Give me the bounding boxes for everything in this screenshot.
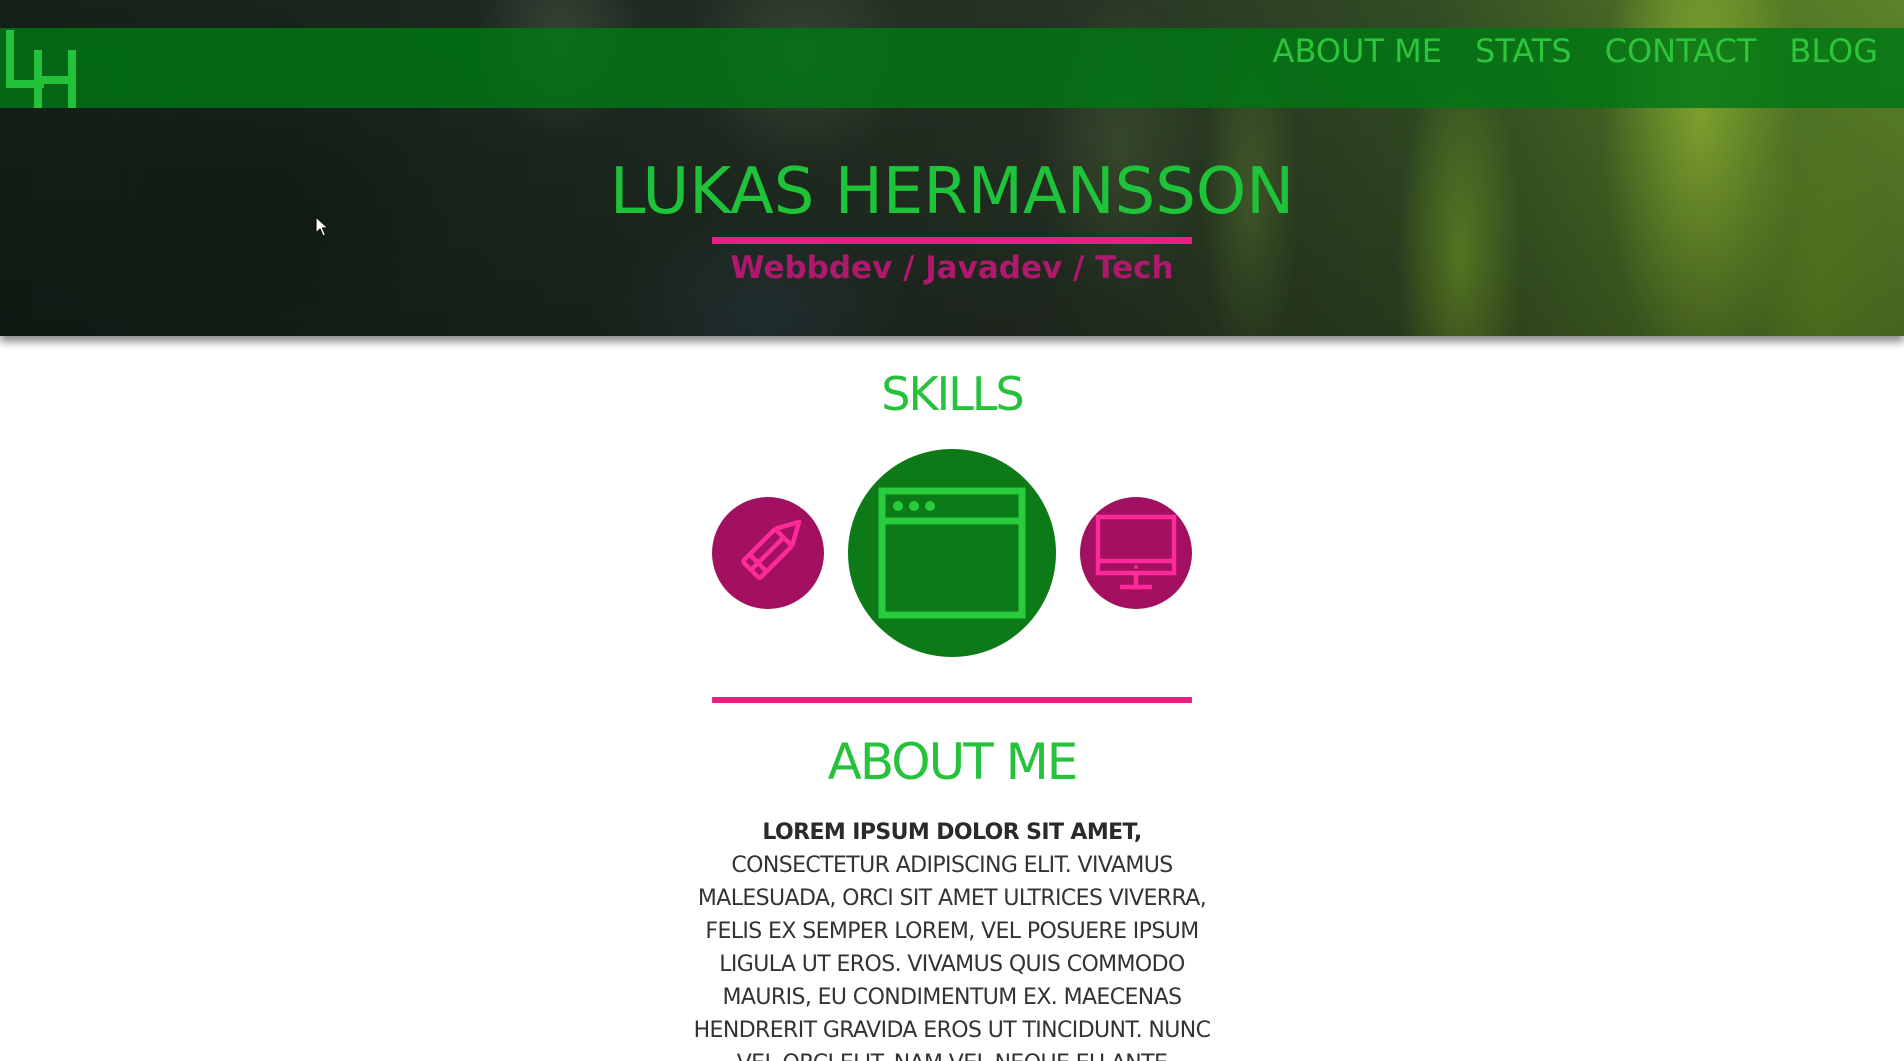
skill-tech[interactable] bbox=[1080, 497, 1192, 609]
logo[interactable]: LH bbox=[4, 30, 78, 108]
pencil-icon bbox=[741, 519, 802, 580]
nav-about-me[interactable]: ABOUT ME bbox=[1273, 32, 1442, 70]
main-nav: ABOUT ME STATS CONTACT BLOG bbox=[1273, 28, 1904, 74]
skill-design[interactable] bbox=[712, 497, 824, 609]
skills-heading: SKILLS bbox=[881, 367, 1024, 421]
nav-blog[interactable]: BLOG bbox=[1789, 32, 1878, 70]
mouse-cursor-icon bbox=[315, 216, 329, 237]
skill-webdev[interactable] bbox=[848, 449, 1056, 657]
hero-divider bbox=[712, 237, 1192, 244]
browser-window-icon bbox=[878, 487, 1026, 619]
monitor-icon bbox=[1095, 514, 1177, 590]
hero-subtitle: Webbdev / Javadev / Tech bbox=[730, 250, 1174, 286]
section-divider bbox=[712, 697, 1192, 703]
about-paragraph: LOREM IPSUM DOLOR SIT AMET, CONSECTETUR … bbox=[690, 816, 1214, 1061]
hero-title: LUKAS HERMANSSON bbox=[609, 155, 1295, 229]
about-body: CONSECTETUR ADIPISCING ELIT. VIVAMUS MAL… bbox=[693, 853, 1211, 1061]
nav-stats[interactable]: STATS bbox=[1475, 32, 1572, 70]
about-heading: ABOUT ME bbox=[827, 733, 1079, 791]
about-lead: LOREM IPSUM DOLOR SIT AMET, bbox=[762, 820, 1142, 845]
page: LH ABOUT ME STATS CONTACT BLOG LUKAS HER… bbox=[0, 0, 1904, 1061]
nav-contact[interactable]: CONTACT bbox=[1605, 32, 1757, 70]
